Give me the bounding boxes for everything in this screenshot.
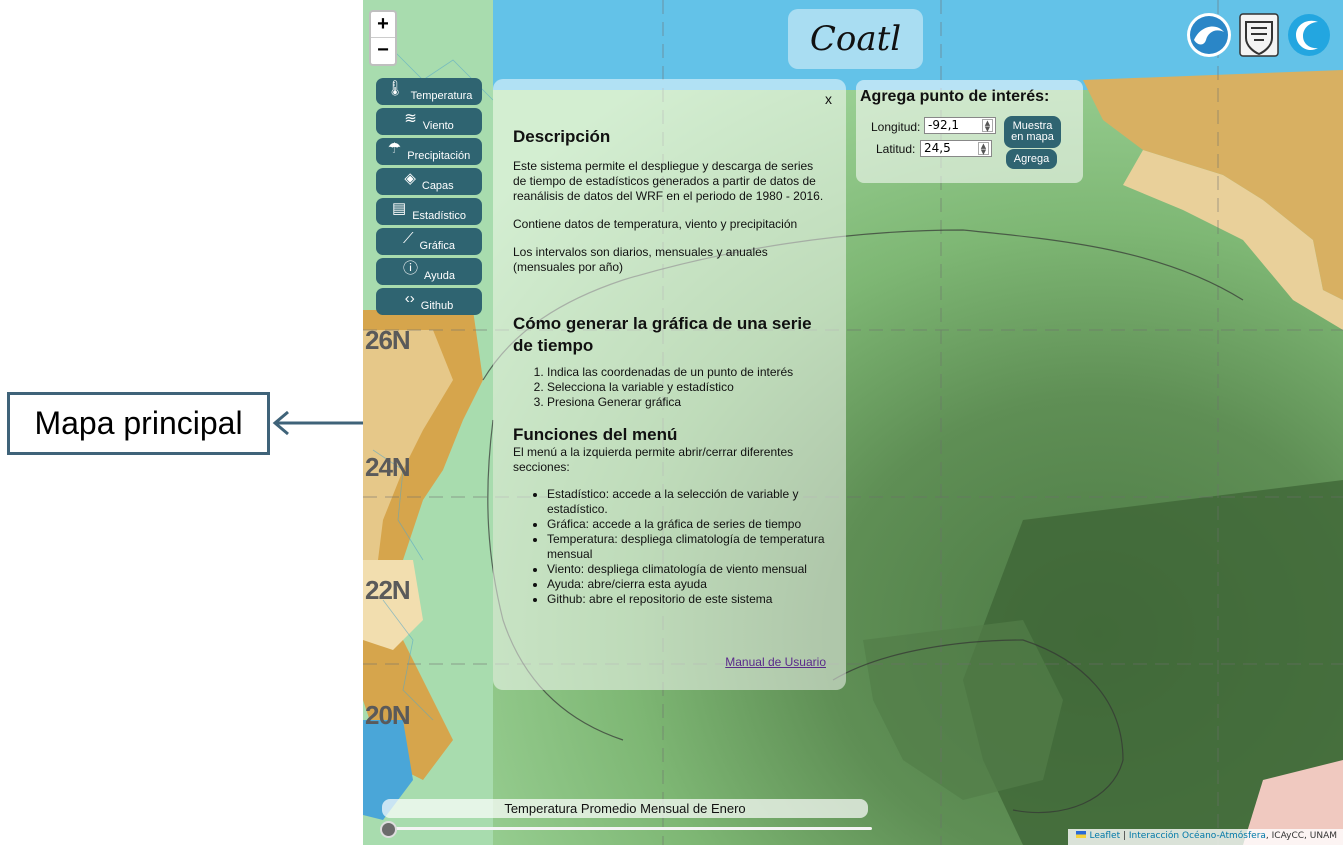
thermometer-icon: 🌡 xyxy=(385,79,405,97)
leaflet-link[interactable]: Leaflet xyxy=(1089,831,1120,841)
menu-item-precipitacion[interactable]: ☂ Precipitación xyxy=(376,138,482,165)
wind-icon: ≋ xyxy=(404,109,417,127)
functions-title: Funciones del menú xyxy=(513,425,678,444)
howto-title: Cómo generar la gráfica de una serie de … xyxy=(513,314,812,355)
info-icon: ⓘ xyxy=(402,259,418,277)
attribution-separator: | xyxy=(1120,831,1129,841)
longitude-label: Longitud: xyxy=(871,120,921,134)
menu-item-label: Temperatura xyxy=(410,90,473,102)
add-point-button[interactable]: Agrega xyxy=(1006,149,1057,169)
description-title: Descripción xyxy=(513,127,611,146)
help-close-button[interactable]: x xyxy=(825,91,832,107)
howto-step: Selecciona la variable y estadístico xyxy=(547,380,826,395)
menu-item-label: Estadístico xyxy=(412,210,466,222)
menu-item-estadistico[interactable]: ▤ Estadístico xyxy=(376,198,482,225)
annotation-label: Mapa principal xyxy=(34,405,243,441)
time-slider-track[interactable] xyxy=(382,827,872,830)
side-menu: 🌡 Temperatura ≋ Viento ☂ Precipitación ◈… xyxy=(376,78,482,318)
menu-item-ayuda[interactable]: ⓘ Ayuda xyxy=(376,258,482,285)
document-icon: ▤ xyxy=(392,199,407,217)
menu-item-label: Ayuda xyxy=(424,270,455,282)
menu-item-label: Capas xyxy=(421,180,454,192)
ukraine-flag-icon xyxy=(1076,831,1087,838)
time-slider-handle[interactable] xyxy=(380,821,397,838)
annotation-arrow-icon xyxy=(272,410,364,436)
latitude-label: Latitud: xyxy=(876,142,916,156)
howto-step: Presiona Generar gráfica xyxy=(547,395,826,410)
functions-item: Estadístico: accede a la selección de va… xyxy=(547,487,826,517)
icaycc-logo-icon xyxy=(1288,14,1330,56)
rain-cloud-icon: ☂ xyxy=(387,139,402,157)
help-panel: x Descripción Este sistema permite el de… xyxy=(493,79,846,690)
menu-item-capas[interactable]: ◈ Capas xyxy=(376,168,482,195)
user-manual-link[interactable]: Manual de Usuario xyxy=(725,655,826,669)
howto-steps: Indica las coordenadas de un punto de in… xyxy=(547,365,826,410)
longitude-spinner-icon[interactable]: ▲ ▼ xyxy=(982,119,993,133)
latitude-value: 24,5 xyxy=(924,141,951,155)
institution-logos xyxy=(1186,10,1332,60)
functions-item: Gráfica: accede a la gráfica de series d… xyxy=(547,517,826,532)
attribution-suffix: , ICAyCC, UNAM xyxy=(1265,831,1337,841)
timebar-label: Temperatura Promedio Mensual de Enero xyxy=(382,799,868,818)
line-chart-icon: ⟋ xyxy=(403,229,414,247)
functions-item: Github: abre el repositorio de este sist… xyxy=(547,592,826,607)
ocean-wave-logo-icon xyxy=(1187,13,1231,57)
zoom-control: + − xyxy=(369,10,397,66)
lat-label-22n: 22N xyxy=(365,575,411,605)
zoom-out-button[interactable]: − xyxy=(371,38,395,64)
longitude-input[interactable]: -92,1 ▲ ▼ xyxy=(924,117,996,134)
howto-step: Indica las coordenadas de un punto de in… xyxy=(547,365,826,380)
menu-item-viento[interactable]: ≋ Viento xyxy=(376,108,482,135)
menu-item-label: Precipitación xyxy=(407,150,471,162)
unam-crest-logo-icon xyxy=(1239,13,1279,57)
lat-label-20n: 20N xyxy=(365,700,411,730)
lat-label-26n: 26N xyxy=(365,325,411,355)
main-map[interactable]: 26N 24N 22N 20N + − 🌡 Temperatura ≋ Vien… xyxy=(363,0,1343,845)
show-on-map-button[interactable]: Muestra en mapa xyxy=(1004,116,1061,148)
longitude-value: -92,1 xyxy=(928,118,960,132)
functions-item: Viento: despliega climatología de viento… xyxy=(547,562,826,577)
menu-item-temperatura[interactable]: 🌡 Temperatura xyxy=(376,78,482,105)
description-text-1: Este sistema permite el despliegue y des… xyxy=(513,159,824,203)
functions-item: Ayuda: abre/cierra esta ayuda xyxy=(547,577,826,592)
attribution-link[interactable]: Interacción Océano-Atmósfera xyxy=(1129,831,1266,841)
zoom-in-button[interactable]: + xyxy=(371,12,395,38)
latitude-spinner-icon[interactable]: ▲ ▼ xyxy=(978,142,989,156)
description-text-2: Contiene datos de temperatura, viento y … xyxy=(513,217,798,231)
functions-intro: El menú a la izquierda permite abrir/cer… xyxy=(513,445,794,474)
lat-label-24n: 24N xyxy=(365,452,411,482)
layers-icon: ◈ xyxy=(404,169,416,187)
latitude-input[interactable]: 24,5 ▲ ▼ xyxy=(920,140,992,157)
menu-item-grafica[interactable]: ⟋ Gráfica xyxy=(376,228,482,255)
app-title: Coatl xyxy=(809,19,902,59)
point-of-interest-panel: Agrega punto de interés: Longitud: -92,1… xyxy=(856,80,1083,183)
menu-item-label: Viento xyxy=(422,120,454,132)
annotation-label-box: Mapa principal xyxy=(7,392,270,455)
functions-list: Estadístico: accede a la selección de va… xyxy=(547,487,826,607)
description-text-3: Los intervalos son diarios, mensuales y … xyxy=(513,245,768,274)
menu-item-label: Gráfica xyxy=(419,240,455,252)
map-attribution: Leaflet | Interacción Océano-Atmósfera, … xyxy=(1068,829,1343,845)
app-title-box: Coatl xyxy=(788,9,923,69)
functions-item: Temperatura: despliega climatología de t… xyxy=(547,532,826,562)
menu-item-github[interactable]: ‹› Github xyxy=(376,288,482,315)
poi-title: Agrega punto de interés: xyxy=(860,88,1050,105)
menu-item-label: Github xyxy=(420,300,454,312)
code-icon: ‹› xyxy=(404,289,415,307)
